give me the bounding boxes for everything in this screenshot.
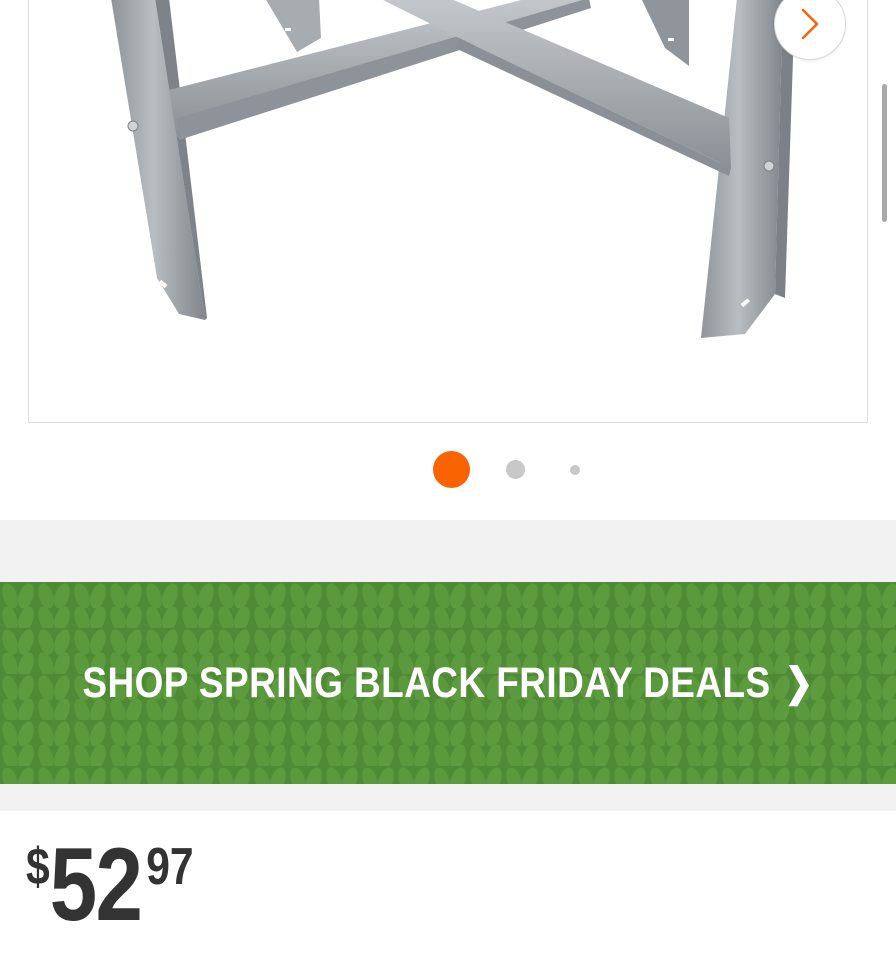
price-currency: $ bbox=[26, 838, 50, 896]
pagination-dot[interactable] bbox=[506, 460, 525, 479]
price-cents: 97 bbox=[146, 838, 194, 896]
section-divider bbox=[0, 520, 896, 582]
price-dollars: 52 bbox=[49, 827, 143, 943]
image-pagination bbox=[0, 450, 896, 490]
workbench-legs-illustration bbox=[111, 0, 795, 338]
section-divider bbox=[0, 784, 896, 811]
product-image-gallery bbox=[0, 0, 896, 520]
pagination-dot[interactable] bbox=[570, 465, 580, 475]
promo-label: SHOP SPRING BLACK FRIDAY DEALS bbox=[82, 658, 771, 707]
pagination-dot-active[interactable] bbox=[433, 451, 470, 488]
product-image[interactable] bbox=[28, 0, 868, 423]
promo-link[interactable]: SHOP SPRING BLACK FRIDAY DEALS ❯ bbox=[63, 582, 834, 784]
promo-banner[interactable]: SHOP SPRING BLACK FRIDAY DEALS ❯ bbox=[0, 582, 896, 784]
price-section: $ 52 97 bbox=[0, 811, 896, 960]
chevron-right-icon: ❯ bbox=[784, 661, 814, 705]
chevron-right-icon bbox=[801, 8, 819, 40]
product-price: $ 52 97 bbox=[26, 827, 194, 943]
scrollbar-thumb[interactable] bbox=[882, 84, 887, 222]
